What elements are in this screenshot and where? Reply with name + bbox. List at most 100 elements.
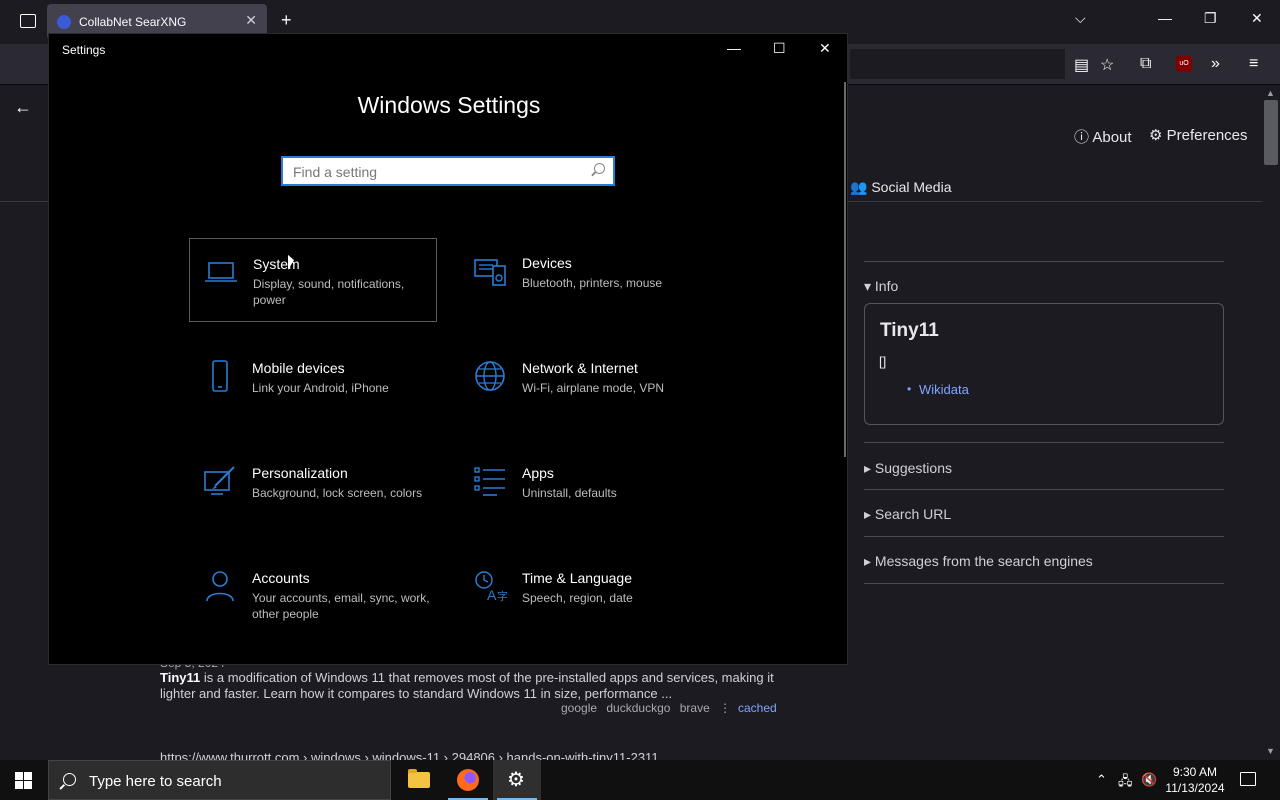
show-hidden-icons-chevron-icon[interactable]: ⌃: [1096, 772, 1107, 788]
tile-description: Link your Android, iPhone: [252, 381, 389, 395]
tile-mobile-devices[interactable]: Mobile devices Link your Android, iPhone: [189, 343, 437, 427]
search-url-section-toggle[interactable]: ▸ Search URL: [864, 506, 951, 523]
settings-scrollbar[interactable]: [844, 82, 846, 457]
suggestions-label: Suggestions: [874, 460, 952, 476]
tile-description: Display, sound, notifications, power: [253, 277, 405, 307]
browser-minimize-icon[interactable]: —: [1158, 10, 1172, 26]
person-icon: [206, 571, 234, 602]
tile-devices[interactable]: Devices Bluetooth, printers, mouse: [459, 238, 707, 322]
tile-name: Apps: [522, 465, 554, 481]
settings-minimize-icon[interactable]: —: [727, 40, 741, 56]
paint-icon: [204, 466, 235, 495]
mouse-pointer-icon: [288, 254, 294, 273]
browser-close-icon[interactable]: ✕: [1251, 10, 1263, 27]
browser-maximize-icon[interactable]: ❐: [1204, 10, 1217, 27]
bullet-icon: •: [907, 382, 912, 396]
taskbar-search-box[interactable]: Type here to search: [48, 760, 391, 800]
scroll-down-arrow-icon[interactable]: ▼: [1266, 746, 1275, 756]
preferences-link-label: Preferences: [1166, 127, 1248, 144]
taskbar-settings[interactable]: ⚙: [493, 760, 541, 800]
searxng-favicon-icon: [57, 15, 71, 29]
clock-time: 9:30 AM: [1172, 765, 1218, 779]
tile-name: Time & Language: [522, 570, 632, 586]
info-section-toggle[interactable]: ▾ Info: [864, 278, 898, 295]
result-snippet: Tiny11 is a modification of Windows 11 t…: [160, 670, 780, 702]
reader-view-icon[interactable]: ▤: [1074, 55, 1089, 75]
settings-heading: Windows Settings: [357, 92, 541, 118]
search-url-label: Search URL: [874, 506, 952, 522]
tile-name: Accounts: [252, 570, 310, 586]
about-link-label: About: [1092, 129, 1132, 146]
tile-network-internet[interactable]: Network & Internet Wi-Fi, airplane mode,…: [459, 343, 707, 427]
taskbar-search-placeholder: Type here to search: [89, 773, 222, 790]
tile-description: Uninstall, defaults: [522, 486, 617, 500]
browser-tab-title: CollabNet SearXNG: [79, 15, 187, 29]
tile-time-language[interactable]: A 字 Time & Language Speech, region, date: [459, 553, 707, 637]
tile-apps[interactable]: Apps Uninstall, defaults: [459, 448, 707, 532]
firefox-icon: [457, 769, 479, 791]
find-setting-search-box[interactable]: [281, 156, 615, 186]
section-divider: [864, 442, 1224, 443]
tab-close-icon[interactable]: ✕: [245, 12, 257, 29]
settings-maximize-icon[interactable]: ☐: [773, 40, 786, 57]
section-divider: [864, 489, 1224, 490]
apps-list-icon: [474, 467, 505, 496]
browser-url-bar[interactable]: [850, 49, 1065, 79]
network-icon[interactable]: 🖧: [1118, 772, 1133, 794]
app-menu-hamburger-icon[interactable]: ≡: [1249, 55, 1258, 73]
taskbar-clock[interactable]: 9:30 AM 11/13/2024: [1160, 764, 1230, 796]
taskbar-firefox[interactable]: [444, 760, 492, 800]
wikidata-link[interactable]: Wikidata: [919, 382, 969, 397]
engines-separator: ⋮: [719, 701, 732, 715]
windows-taskbar: Type here to search ⚙ ⌃ 🖧 🔇 9:30 AM 11/1…: [0, 760, 1280, 800]
tile-personalization[interactable]: Personalization Background, lock screen,…: [189, 448, 437, 532]
about-link[interactable]: ⓘ About: [1074, 126, 1132, 147]
clock-date: 11/13/2024: [1165, 781, 1225, 795]
infobox-attributes: []: [879, 354, 887, 369]
preferences-link[interactable]: ⚙ Preferences: [1149, 126, 1248, 144]
cached-link[interactable]: cached: [738, 701, 777, 715]
new-tab-plus-icon[interactable]: +: [281, 10, 292, 31]
back-arrow-icon[interactable]: ←: [14, 97, 32, 118]
windows-start-icon[interactable]: [15, 772, 32, 789]
result-snippet-text: is a modification of Windows 11 that rem…: [160, 670, 774, 701]
scroll-up-arrow-icon[interactable]: ▲: [1266, 88, 1275, 98]
settings-window: Settings — ☐ ✕ Windows Settings System D…: [48, 33, 848, 665]
phone-icon: [212, 360, 228, 392]
tile-description: Wi-Fi, airplane mode, VPN: [522, 381, 665, 395]
section-divider: [864, 583, 1224, 584]
laptop-icon: [205, 262, 237, 282]
settings-close-icon[interactable]: ✕: [819, 40, 831, 57]
folder-icon: [408, 769, 430, 788]
globe-icon: [475, 361, 505, 391]
extensions-puzzle-icon[interactable]: ⧉: [1140, 55, 1151, 73]
tile-description: Speech, region, date: [522, 591, 633, 605]
info-section-label: Info: [874, 278, 899, 294]
tile-system[interactable]: System Display, sound, notifications, po…: [189, 238, 437, 322]
ublock-origin-icon[interactable]: uO: [1176, 56, 1192, 72]
page-scrollbar-thumb[interactable]: [1264, 100, 1278, 165]
tile-name: Network & Internet: [522, 360, 638, 376]
tile-description: Background, lock screen, colors: [252, 486, 423, 500]
more-tools-chevron-icon[interactable]: »: [1211, 55, 1220, 73]
notification-center-icon[interactable]: [1240, 772, 1256, 786]
taskbar-file-explorer[interactable]: [395, 760, 443, 800]
bookmark-star-icon[interactable]: ☆: [1100, 55, 1114, 75]
result-engines: google duckduckgo brave ⋮: [561, 701, 731, 715]
find-setting-input[interactable]: [291, 162, 585, 182]
keyboard-speaker-icon: [474, 259, 506, 286]
volume-muted-icon[interactable]: 🔇: [1141, 772, 1157, 788]
tile-accounts[interactable]: Accounts Your accounts, email, sync, wor…: [189, 553, 437, 637]
page-scrollbar[interactable]: [1262, 85, 1280, 760]
tab-overflow-chevron-icon[interactable]: ⌵: [1075, 10, 1086, 27]
category-social-label: Social Media: [871, 179, 952, 195]
engines-list: google duckduckgo brave: [561, 701, 710, 715]
tile-name: Devices: [522, 255, 572, 271]
search-icon: [63, 773, 76, 786]
messages-section-toggle[interactable]: ▸ Messages from the search engines: [864, 553, 1093, 570]
category-tab-social-media[interactable]: 👥 Social Media: [850, 179, 951, 196]
tile-name: Mobile devices: [252, 360, 345, 376]
suggestions-section-toggle[interactable]: ▸ Suggestions: [864, 460, 952, 477]
section-divider: [864, 261, 1224, 262]
list-all-tabs-icon[interactable]: [20, 14, 36, 28]
